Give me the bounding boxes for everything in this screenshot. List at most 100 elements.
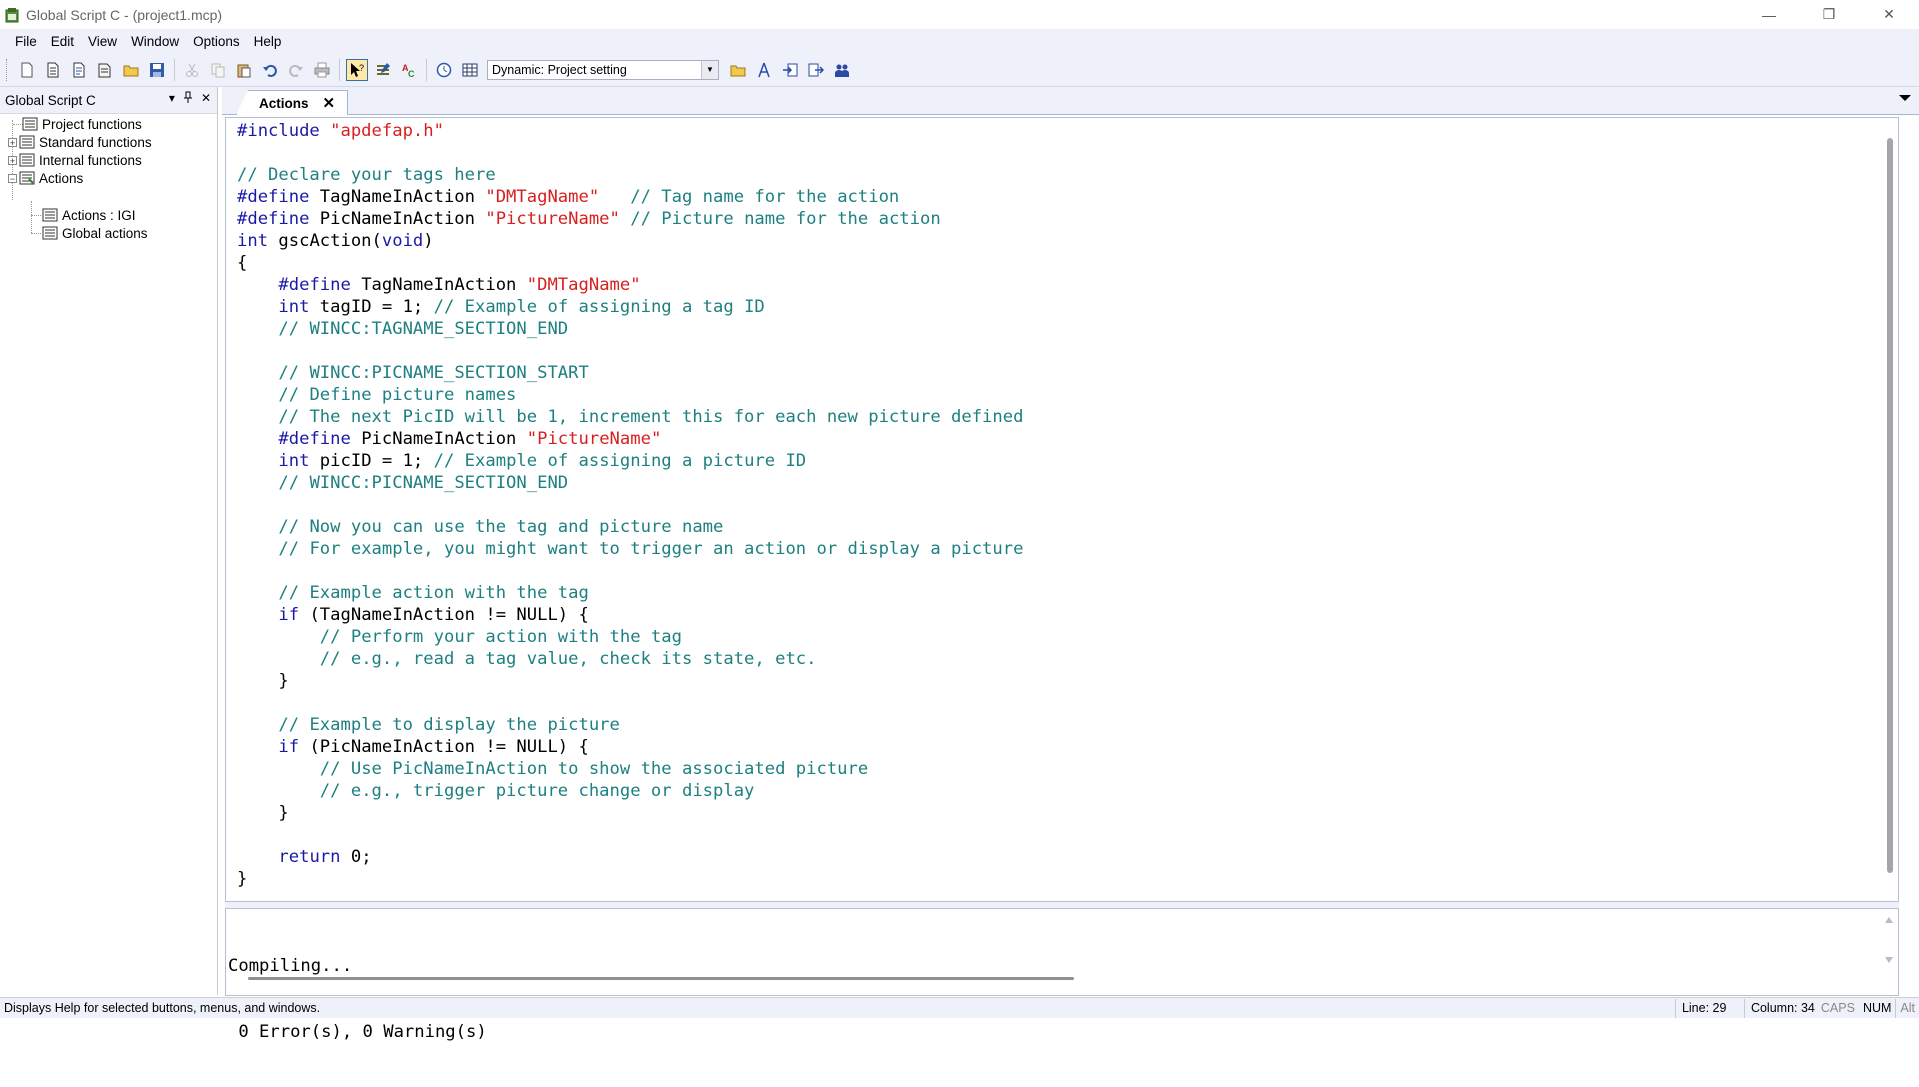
info-button[interactable] xyxy=(459,59,481,81)
code-line[interactable]: // e.g., trigger picture change or displ… xyxy=(237,780,1023,802)
code-line[interactable]: int picID = 1; // Example of assigning a… xyxy=(237,450,1023,472)
code-line[interactable]: #define PicNameInAction "PictureName" xyxy=(237,428,1023,450)
scrollbar-thumb[interactable] xyxy=(1887,138,1893,873)
code-line[interactable]: // The next PicID will be 1, increment t… xyxy=(237,406,1023,428)
code-line[interactable]: // e.g., read a tag value, check its sta… xyxy=(237,648,1023,670)
new-function-button[interactable] xyxy=(42,59,64,81)
code-editor[interactable]: #include "apdefap.h" // Declare your tags… xyxy=(225,117,1899,902)
code-line[interactable]: return 0; xyxy=(237,846,1023,868)
code-line[interactable] xyxy=(237,692,1023,714)
output-vertical-scrollbar[interactable] xyxy=(1882,909,1896,971)
minimize-button[interactable]: — xyxy=(1739,0,1799,29)
compile-button[interactable]: AC xyxy=(398,59,420,81)
trigger-button[interactable] xyxy=(433,59,455,81)
menu-file[interactable]: File xyxy=(8,34,44,49)
menu-view[interactable]: View xyxy=(81,34,124,49)
code-line[interactable]: // Now you can use the tag and picture n… xyxy=(237,516,1023,538)
tab-close-icon[interactable]: ✕ xyxy=(323,94,336,112)
code-line[interactable]: } xyxy=(237,868,1023,890)
edit-stack-button[interactable] xyxy=(372,59,394,81)
code-line[interactable]: // Use PicNameInAction to show the assoc… xyxy=(237,758,1023,780)
output-horizontal-scrollbar[interactable] xyxy=(248,977,1074,980)
code-line[interactable] xyxy=(237,560,1023,582)
context-help-button[interactable]: ? xyxy=(346,58,368,81)
code-line[interactable]: // WINCC:TAGNAME_SECTION_END xyxy=(237,318,1023,340)
code-line[interactable]: // WINCC:PICNAME_SECTION_END xyxy=(237,472,1023,494)
expand-icon[interactable]: + xyxy=(8,155,17,165)
code-line[interactable]: if (TagNameInAction != NULL) { xyxy=(237,604,1023,626)
editor-vertical-scrollbar[interactable] xyxy=(1881,118,1898,901)
tree-item-actions[interactable]: − Actions xyxy=(8,169,83,187)
code-line[interactable]: #define PicNameInAction "PictureName" //… xyxy=(237,208,1023,230)
tree-item-project-functions[interactable]: Project functions xyxy=(22,115,142,133)
restore-button[interactable]: ❐ xyxy=(1799,0,1859,29)
tab-list-dropdown-icon[interactable] xyxy=(1899,95,1911,101)
menu-window[interactable]: Window xyxy=(124,34,186,49)
tree-item-internal-functions[interactable]: + Internal functions xyxy=(8,151,142,169)
export-button[interactable] xyxy=(805,59,827,81)
svg-text:C: C xyxy=(408,69,415,78)
menu-options[interactable]: Options xyxy=(186,34,247,49)
collapse-icon[interactable]: − xyxy=(8,173,17,183)
code-line[interactable] xyxy=(237,340,1023,362)
copy-button[interactable] xyxy=(207,59,229,81)
tag-selection-button[interactable] xyxy=(753,59,775,81)
code-line[interactable]: // For example, you might want to trigge… xyxy=(237,538,1023,560)
code-line[interactable]: { xyxy=(237,252,1023,274)
tree-item-global-actions[interactable]: Global actions xyxy=(42,224,148,242)
tree-item-standard-functions[interactable]: + Standard functions xyxy=(8,133,152,151)
code-line[interactable]: int gscAction(void) xyxy=(237,230,1023,252)
code-line[interactable]: } xyxy=(237,670,1023,692)
code-line[interactable] xyxy=(237,824,1023,846)
dynamic-setting-value: Dynamic: Project setting xyxy=(492,62,627,77)
redo-button[interactable] xyxy=(285,59,307,81)
open-button[interactable] xyxy=(120,59,142,81)
toolbar-grip[interactable] xyxy=(6,58,10,81)
code-line[interactable]: // Define picture names xyxy=(237,384,1023,406)
tab-actions[interactable]: Actions ✕ xyxy=(236,90,348,115)
code-token: // WINCC:TAGNAME_SECTION_END xyxy=(278,319,569,339)
chevron-down-icon[interactable]: ▼ xyxy=(701,60,718,79)
code-line[interactable]: int tagID = 1; // Example of assigning a… xyxy=(237,296,1023,318)
code-line[interactable]: } xyxy=(237,802,1023,824)
status-caps: CAPS xyxy=(1820,1001,1855,1015)
cut-button[interactable] xyxy=(181,59,203,81)
panel-close-icon[interactable]: ✕ xyxy=(201,91,211,106)
code-line[interactable]: #define TagNameInAction "DMTagName" // T… xyxy=(237,186,1023,208)
import-button[interactable] xyxy=(779,59,801,81)
scroll-down-icon xyxy=(1885,957,1893,963)
code-line[interactable]: // Example to display the picture xyxy=(237,714,1023,736)
paste-button[interactable] xyxy=(233,59,255,81)
code-line[interactable]: #define TagNameInAction "DMTagName" xyxy=(237,274,1023,296)
expand-icon[interactable]: + xyxy=(8,137,17,147)
tree-guide xyxy=(31,215,41,216)
menu-help[interactable]: Help xyxy=(247,34,289,49)
code-line[interactable]: // Declare your tags here xyxy=(237,164,1023,186)
close-window-button[interactable]: ✕ xyxy=(1859,0,1919,29)
save-button[interactable] xyxy=(146,59,168,81)
code-line[interactable]: if (PicNameInAction != NULL) { xyxy=(237,736,1023,758)
code-line[interactable] xyxy=(237,142,1023,164)
output-window[interactable]: Compiling... 0 Error(s), 0 Warning(s) xyxy=(225,908,1899,1042)
open-project-button[interactable] xyxy=(727,59,749,81)
users-button[interactable] xyxy=(831,59,853,81)
menu-edit[interactable]: Edit xyxy=(44,34,81,49)
undo-button[interactable] xyxy=(259,59,281,81)
code-line[interactable]: #include "apdefap.h" xyxy=(237,120,1023,142)
toolbar-separator xyxy=(426,58,427,81)
code-line[interactable]: // WINCC:PICNAME_SECTION_START xyxy=(237,362,1023,384)
code-line[interactable]: // Perform your action with the tag xyxy=(237,626,1023,648)
function-folder-icon xyxy=(19,135,35,149)
new-action-button[interactable] xyxy=(68,59,90,81)
tree-item-actions-igi[interactable]: Actions : IGI xyxy=(42,206,136,224)
code-line[interactable] xyxy=(237,494,1023,516)
code-line[interactable]: // Example action with the tag xyxy=(237,582,1023,604)
pin-icon[interactable] xyxy=(183,91,193,106)
new-document-button[interactable] xyxy=(94,59,116,81)
new-file-button[interactable] xyxy=(16,59,38,81)
code-content[interactable]: #include "apdefap.h" // Declare your tags… xyxy=(237,120,1023,890)
print-button[interactable] xyxy=(311,59,333,81)
dynamic-setting-select[interactable]: Dynamic: Project setting ▼ xyxy=(487,59,719,80)
panel-menu-icon[interactable]: ▾ xyxy=(169,91,175,106)
document-tabstrip: Actions ✕ xyxy=(222,87,1919,115)
